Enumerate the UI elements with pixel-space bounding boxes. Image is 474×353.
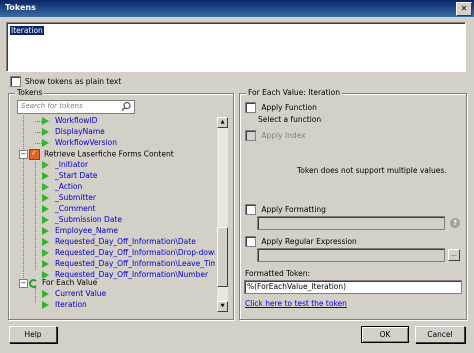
token-arrow-icon [42,183,49,191]
token-arrow-icon [42,117,49,125]
window-title: Tokens [5,3,36,12]
token-arrow-icon [42,172,49,180]
regex-input [257,248,445,262]
window-close-button[interactable]: ✕ [456,2,472,16]
tree-item[interactable]: _Submitter [42,193,96,203]
apply-formatting-checkbox[interactable] [245,204,256,215]
apply-regex-label: Apply Regular Expression [261,236,357,246]
loop-icon [29,278,38,288]
token-arrow-icon [42,161,49,169]
apply-formatting-label: Apply Formatting [261,204,326,214]
token-arrow-icon [42,249,49,257]
ok-button[interactable]: OK [361,326,409,343]
apply-function-label: Apply Function [261,102,317,112]
token-search-placeholder: Search for tokens [21,102,83,110]
formatted-token-label: Formatted Token: [245,269,310,278]
tree-item-activity[interactable]: Retrieve Laserfiche Forms Content [29,148,174,160]
show-plain-row[interactable]: Show tokens as plain text [10,76,121,87]
tree-item[interactable]: Iteration [42,300,87,310]
token-search-input[interactable]: Search for tokens [17,100,135,114]
token-tree[interactable]: WorkflowID DisplayName WorkflowVersion −… [15,116,215,312]
token-arrow-icon [42,301,49,309]
collapse-icon[interactable]: − [19,279,28,288]
tree-item-loop[interactable]: For Each Value [29,278,97,288]
tree-item[interactable]: Requested_Day_Off_Information\Leave_Time [42,259,215,269]
tree-item[interactable]: Requested_Day_Off_Information\Date [42,237,196,247]
apply-formatting-row[interactable]: Apply Formatting [245,204,326,215]
tree-item[interactable]: _Submission Date [42,215,122,225]
token-arrow-icon [42,205,49,213]
show-plain-checkbox[interactable] [10,76,21,87]
tree-item[interactable]: WorkflowVersion [42,138,117,148]
token-input-value: Iteration [10,26,44,35]
tree-item[interactable]: _Start Date [42,171,97,181]
tree-item[interactable]: WorkflowID [42,116,97,126]
token-arrow-icon [42,216,49,224]
tree-item[interactable]: _Initiator [42,160,88,170]
title-bar: Tokens ✕ [0,0,474,17]
apply-regex-checkbox[interactable] [245,236,256,247]
token-arrow-icon [42,260,49,268]
search-icon[interactable] [121,101,132,112]
tokens-group-title: Tokens [15,88,45,97]
apply-function-checkbox[interactable] [245,102,256,113]
multi-values-message: Token does not support multiple values. [297,166,447,175]
forms-activity-icon [29,148,40,160]
apply-index-row: Apply Index [245,130,306,141]
cancel-button[interactable]: Cancel [415,326,465,343]
token-arrow-icon [42,290,49,298]
tree-item[interactable]: _Comment [42,204,96,214]
token-arrow-icon [42,139,49,147]
formatting-input [257,216,445,230]
scroll-thumb[interactable] [217,227,228,287]
apply-index-label: Apply Index [261,130,306,140]
help-button[interactable]: Help [9,326,57,343]
regex-builder-button[interactable]: ... [448,249,460,261]
scroll-up-icon[interactable]: ▲ [217,117,228,128]
show-plain-label: Show tokens as plain text [25,76,122,86]
formatted-token-field[interactable]: %(ForEachValue_Iteration) [244,280,462,294]
formatted-token-value: %(ForEachValue_Iteration) [247,282,347,291]
help-icon[interactable]: ? [450,218,460,228]
apply-regex-row[interactable]: Apply Regular Expression [245,236,357,247]
tree-item[interactable]: Current Value [42,289,106,299]
select-function-text: Select a function [258,115,322,124]
token-arrow-icon [42,227,49,235]
apply-function-row[interactable]: Apply Function [245,102,317,113]
token-arrow-icon [42,238,49,246]
details-group-title: For Each Value: Iteration [246,88,343,97]
token-arrow-icon [42,128,49,136]
apply-index-checkbox [245,130,256,141]
collapse-icon[interactable]: − [19,150,28,159]
tree-item[interactable]: DisplayName [42,127,105,137]
token-input[interactable]: Iteration [6,22,466,72]
tree-item[interactable]: _Action [42,182,82,192]
test-token-link[interactable]: Click here to test the token [245,299,347,308]
tree-item[interactable]: Employee_Name [42,226,118,236]
tree-item[interactable]: Requested_Day_Off_Information\Drop-down [42,248,215,258]
tree-scrollbar[interactable]: ▲ ▼ [216,117,228,312]
scroll-down-icon[interactable]: ▼ [217,301,228,312]
token-arrow-icon [42,194,49,202]
